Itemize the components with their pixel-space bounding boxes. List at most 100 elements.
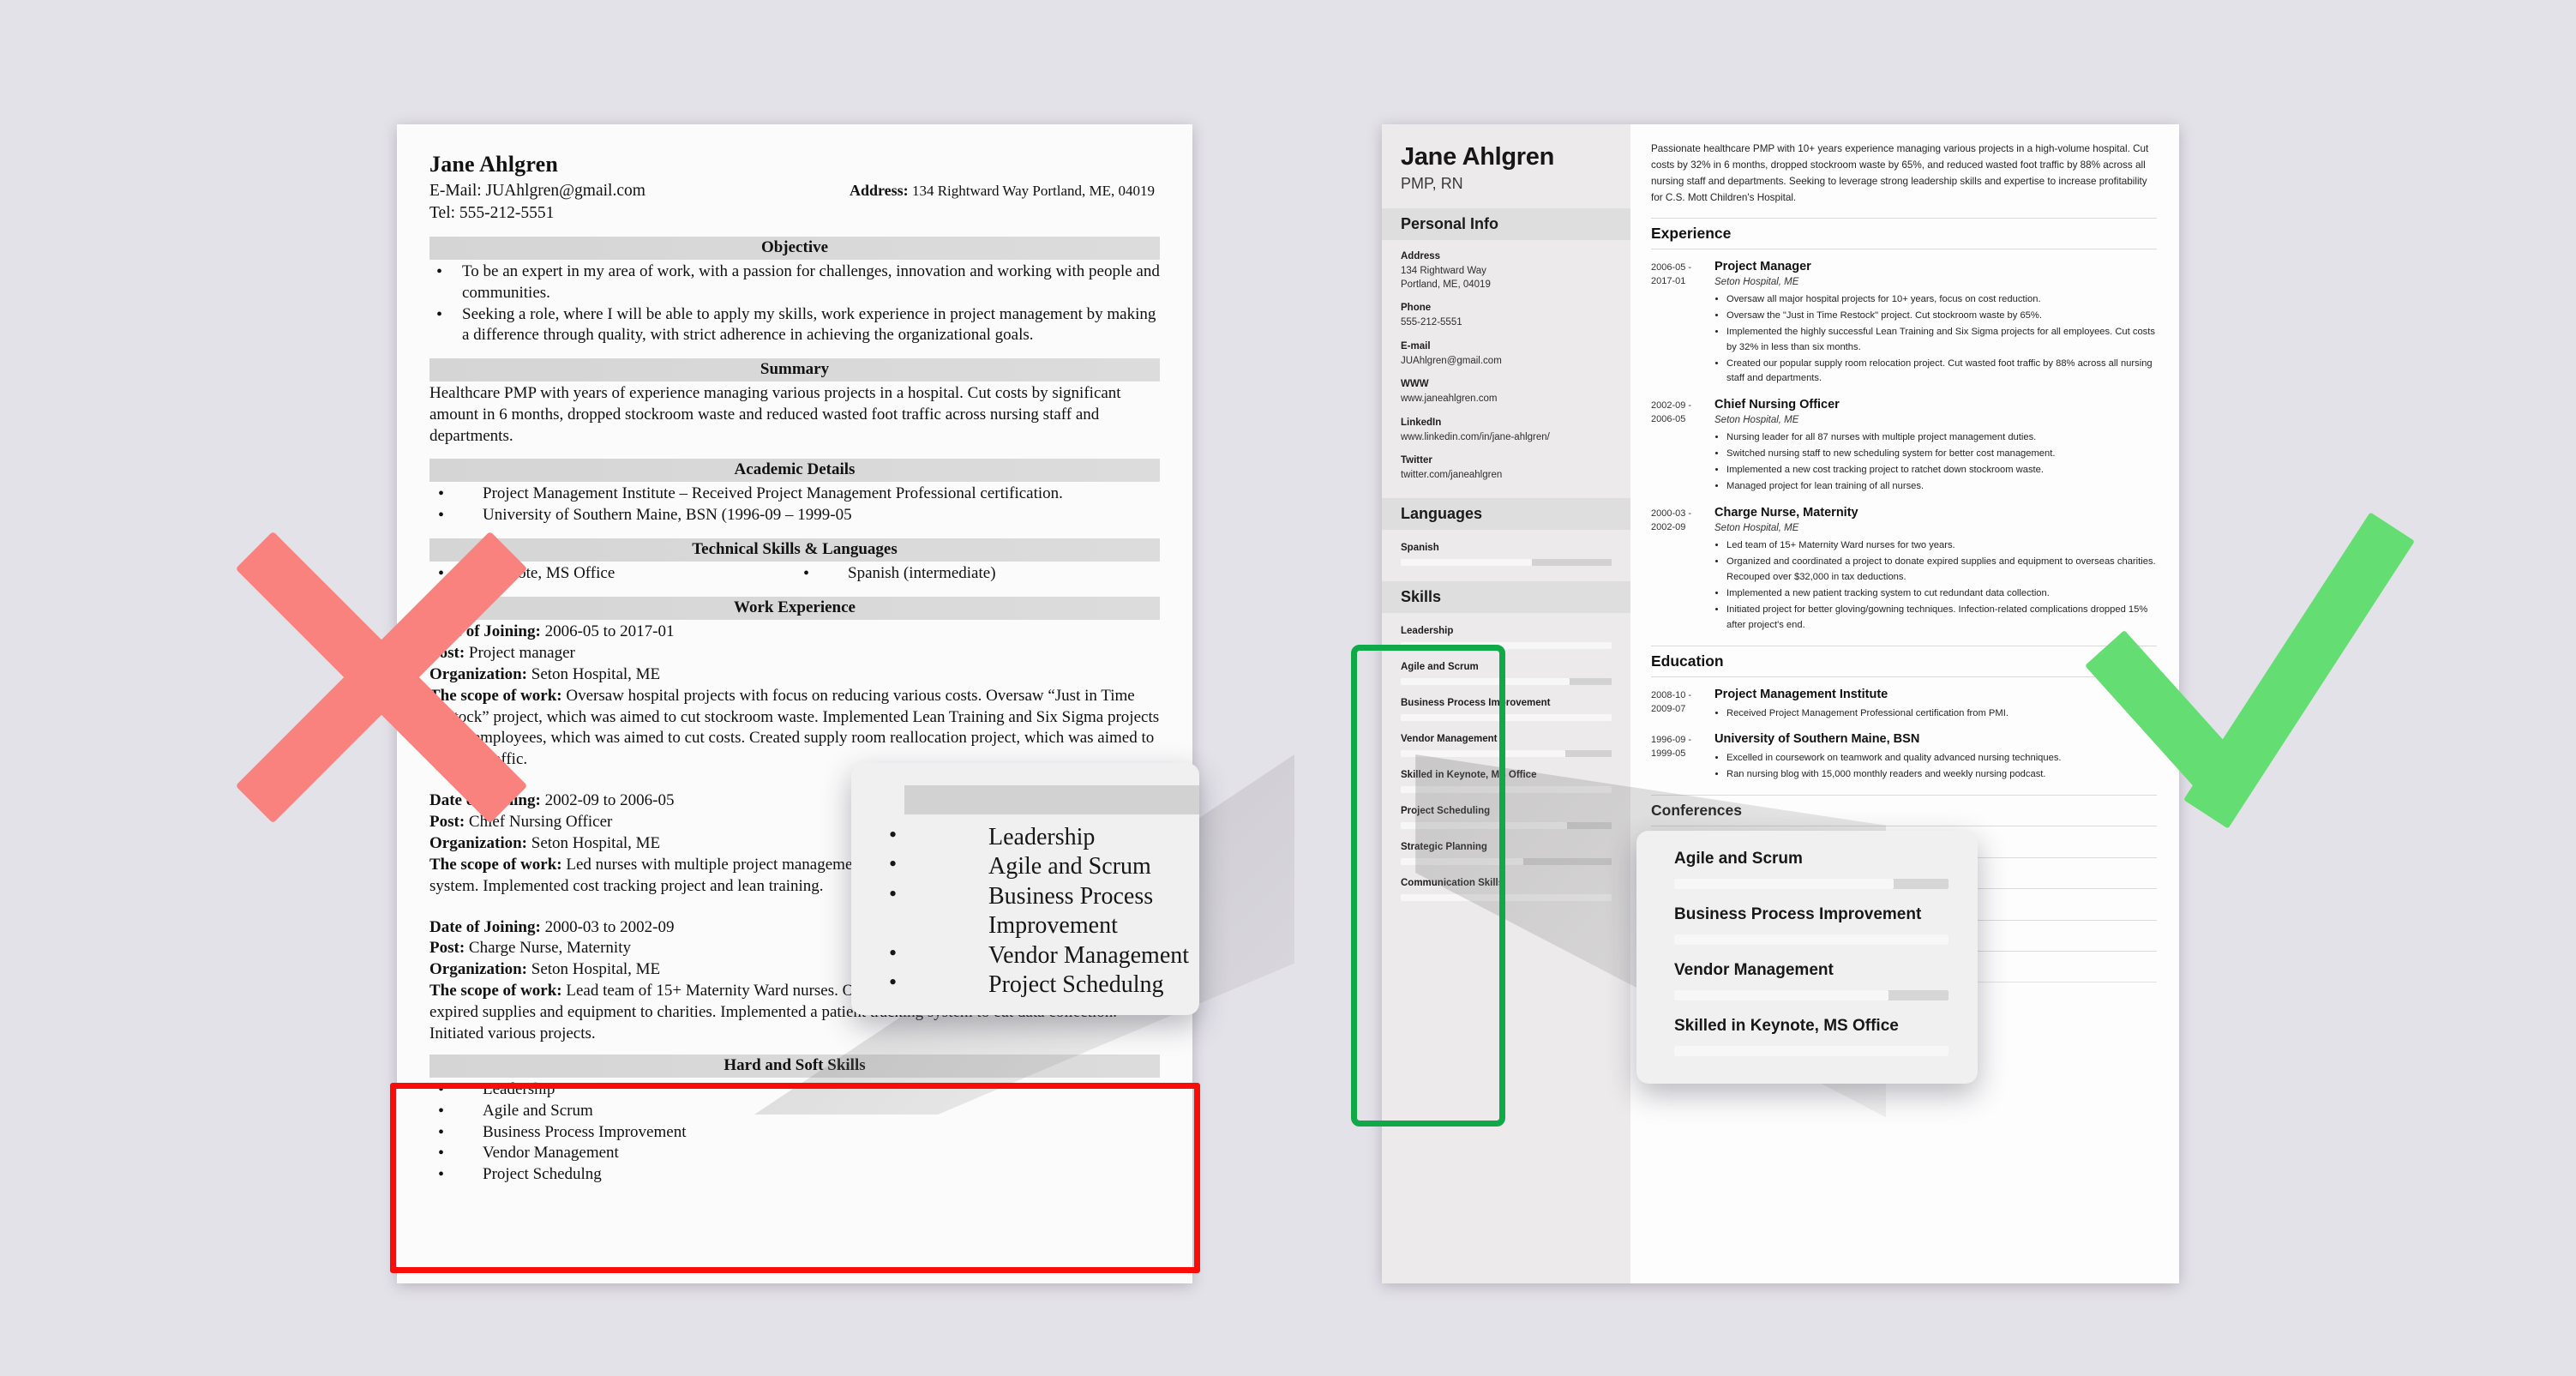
value: Seton Hospital, ME bbox=[531, 960, 661, 979]
list-item: Implemented a new cost tracking project … bbox=[1726, 463, 2157, 478]
entry-dates: 2006-05 - 2017-01 bbox=[1651, 261, 1692, 286]
bar-label: Business Process Improvement bbox=[1401, 697, 1551, 708]
value: Seton Hospital, ME bbox=[531, 664, 661, 683]
sidebar-field-phone: Phone 555-212-5551 bbox=[1382, 303, 1630, 330]
entry-role: Charge Nurse, Maternity bbox=[1714, 506, 1858, 520]
bar-track bbox=[1401, 677, 1612, 685]
bad-resume-address-value: 134 Rightward Way Portland, ME, 04019 bbox=[911, 183, 1155, 199]
bar-label: Agile and Scrum bbox=[1674, 850, 1803, 868]
bad-resume-contact-left: E-Mail: JUAhlgren@gmail.com Tel: 555-212… bbox=[429, 180, 646, 225]
field-label: E-mail bbox=[1401, 340, 1431, 352]
callout-skill-agile-and-scrum: Agile and Scrum bbox=[1674, 850, 1949, 889]
bar-track bbox=[1674, 1046, 1949, 1056]
field-value: www.linkedin.com/in/jane-ahlgren/ bbox=[1401, 431, 1550, 442]
bar-label: Project Scheduling bbox=[1401, 805, 1491, 816]
bar-fill bbox=[1401, 641, 1612, 649]
list-item: Spanish (intermediate) bbox=[795, 562, 1160, 585]
list-item: Project Schedulng bbox=[851, 969, 1199, 1000]
list-item: Project Management Institute – Received … bbox=[429, 483, 1160, 505]
bar-fill bbox=[1674, 990, 1888, 1000]
value: Chief Nursing Officer bbox=[468, 813, 613, 832]
bad-section-summary-title: Summary bbox=[429, 358, 1160, 382]
bad-resume-address: Address: 134 Rightward Way Portland, ME,… bbox=[850, 182, 1160, 200]
field-value: 134 Rightward Way Portland, ME, 04019 bbox=[1401, 266, 1491, 290]
label: Organization: bbox=[429, 833, 527, 852]
bar-track bbox=[1674, 990, 1949, 1000]
skill-bar-agile-and-scrum: Agile and Scrum bbox=[1382, 662, 1630, 685]
label: Organization: bbox=[429, 664, 527, 683]
list-item: Project Schedulng bbox=[429, 1163, 1160, 1186]
list-item: Implemented the highly successful Lean T… bbox=[1726, 325, 2157, 356]
entry-bullets: Nursing leader for all 87 nurses with mu… bbox=[1726, 430, 2157, 495]
bar-track bbox=[1401, 713, 1612, 721]
bad-objective-list: To be an expert in my area of work, with… bbox=[429, 261, 1160, 347]
bar-label: Strategic Planning bbox=[1401, 841, 1487, 852]
bar-track bbox=[1401, 893, 1612, 901]
bar-track bbox=[1674, 879, 1949, 889]
field-label: Phone bbox=[1401, 303, 1432, 314]
label: Post: bbox=[429, 813, 465, 832]
sidebar-field-twitter: Twitter twitter.com/janeahlgren bbox=[1382, 455, 1630, 483]
experience-entry: 2002-09 - 2006-05 Chief Nursing Officer … bbox=[1651, 398, 2157, 496]
bad-summary-text: Healthcare PMP with years of experience … bbox=[429, 384, 1121, 445]
entry-bullets: Led team of 15+ Maternity Ward nurses fo… bbox=[1726, 538, 2157, 634]
list-item: Managed project for lean training of all… bbox=[1726, 479, 2157, 495]
skill-bar-communication-skills: Communication Skills bbox=[1382, 878, 1630, 901]
entry-bullets: Oversaw all major hospital projects for … bbox=[1726, 292, 2157, 388]
bar-fill bbox=[1401, 677, 1570, 685]
bar-label: Vendor Management bbox=[1674, 961, 1834, 979]
bad-section-skills-title: Hard and Soft Skills bbox=[429, 1054, 1160, 1078]
field-label: Twitter bbox=[1401, 455, 1432, 466]
bar-fill bbox=[1674, 934, 1949, 945]
callout-bad-list: Leadership Agile and Scrum Business Proc… bbox=[851, 821, 1199, 1000]
entry-org: Seton Hospital, ME bbox=[1714, 276, 1799, 287]
experience-entry: 2000-03 - 2002-09 Charge Nurse, Maternit… bbox=[1651, 506, 2157, 634]
bar-track bbox=[1401, 821, 1612, 829]
bar-label: Communication Skills bbox=[1401, 877, 1504, 888]
label: The scope of work: bbox=[429, 982, 562, 1000]
bar-fill bbox=[1674, 879, 1894, 889]
bar-label: Vendor Management bbox=[1401, 733, 1498, 744]
list-item: Nursing leader for all 87 nurses with mu… bbox=[1726, 430, 2157, 446]
value: 2000-03 to 2002-09 bbox=[544, 917, 675, 936]
bad-skills-list: Leadership Agile and Scrum Business Proc… bbox=[429, 1079, 1160, 1187]
sidebar-field-email: E-mail JUAhlgren@gmail.com bbox=[1382, 341, 1630, 369]
bad-academic-list: Project Management Institute – Received … bbox=[429, 483, 1160, 526]
label: Date of Joining: bbox=[429, 622, 541, 641]
bar-track bbox=[1401, 749, 1612, 757]
list-item: Seeking a role, where I will be able to … bbox=[429, 303, 1160, 347]
good-resume-header: Jane Ahlgren PMP, RN bbox=[1382, 124, 1630, 193]
list-item: Ran nursing blog with 15,000 monthly rea… bbox=[1726, 767, 2157, 783]
bar-fill bbox=[1674, 1046, 1949, 1056]
entry-bullets: Received Project Management Professional… bbox=[1726, 706, 2157, 722]
good-resume-main: Passionate healthcare PMP with 10+ years… bbox=[1630, 124, 2179, 1283]
section-experience-title: Experience bbox=[1651, 217, 2157, 249]
skill-bar-strategic-planning: Strategic Planning bbox=[1382, 842, 1630, 865]
bar-fill bbox=[1401, 893, 1612, 901]
bar-track bbox=[1674, 934, 1949, 945]
list-item: Switched nursing staff to new scheduling… bbox=[1726, 447, 2157, 462]
bar-fill bbox=[1401, 785, 1612, 793]
skill-bar-project-scheduling: Project Scheduling bbox=[1382, 806, 1630, 829]
entry-body: Chief Nursing Officer Seton Hospital, ME… bbox=[1714, 398, 2157, 496]
bad-resume-document: Jane Ahlgren E-Mail: JUAhlgren@gmail.com… bbox=[397, 124, 1192, 1283]
list-item: Keynote, MS Office bbox=[429, 562, 795, 585]
entry-dates: 1996-09 - 1999-05 bbox=[1651, 735, 1692, 760]
label: The scope of work: bbox=[429, 855, 562, 874]
good-resume-subtitle: PMP, RN bbox=[1401, 175, 1463, 192]
list-item: Organized and coordinated a project to d… bbox=[1726, 555, 2157, 586]
education-entry: 2008-10 - 2009-07 Project Management Ins… bbox=[1651, 688, 2157, 723]
good-resume-name: Jane Ahlgren bbox=[1401, 143, 1555, 171]
entry-dates: 2002-09 - 2006-05 bbox=[1651, 400, 1692, 425]
callout-card-good-skills: Agile and Scrum Business Process Improve… bbox=[1636, 831, 1978, 1084]
list-item: Oversaw the "Just in Time Restock" proje… bbox=[1726, 309, 2157, 324]
bad-resume-name: Jane Ahlgren bbox=[429, 152, 558, 177]
language-bar-spanish: Spanish bbox=[1382, 543, 1630, 566]
list-item: Leadership bbox=[429, 1079, 1160, 1101]
bar-label: Leadership bbox=[1401, 625, 1454, 636]
entry-body: Project Manager Seton Hospital, ME Overs… bbox=[1714, 260, 2157, 388]
field-label: WWW bbox=[1401, 379, 1429, 390]
field-value: www.janeahlgren.com bbox=[1401, 394, 1498, 405]
label: Post: bbox=[429, 643, 465, 662]
label: Date of Joining: bbox=[429, 791, 541, 810]
